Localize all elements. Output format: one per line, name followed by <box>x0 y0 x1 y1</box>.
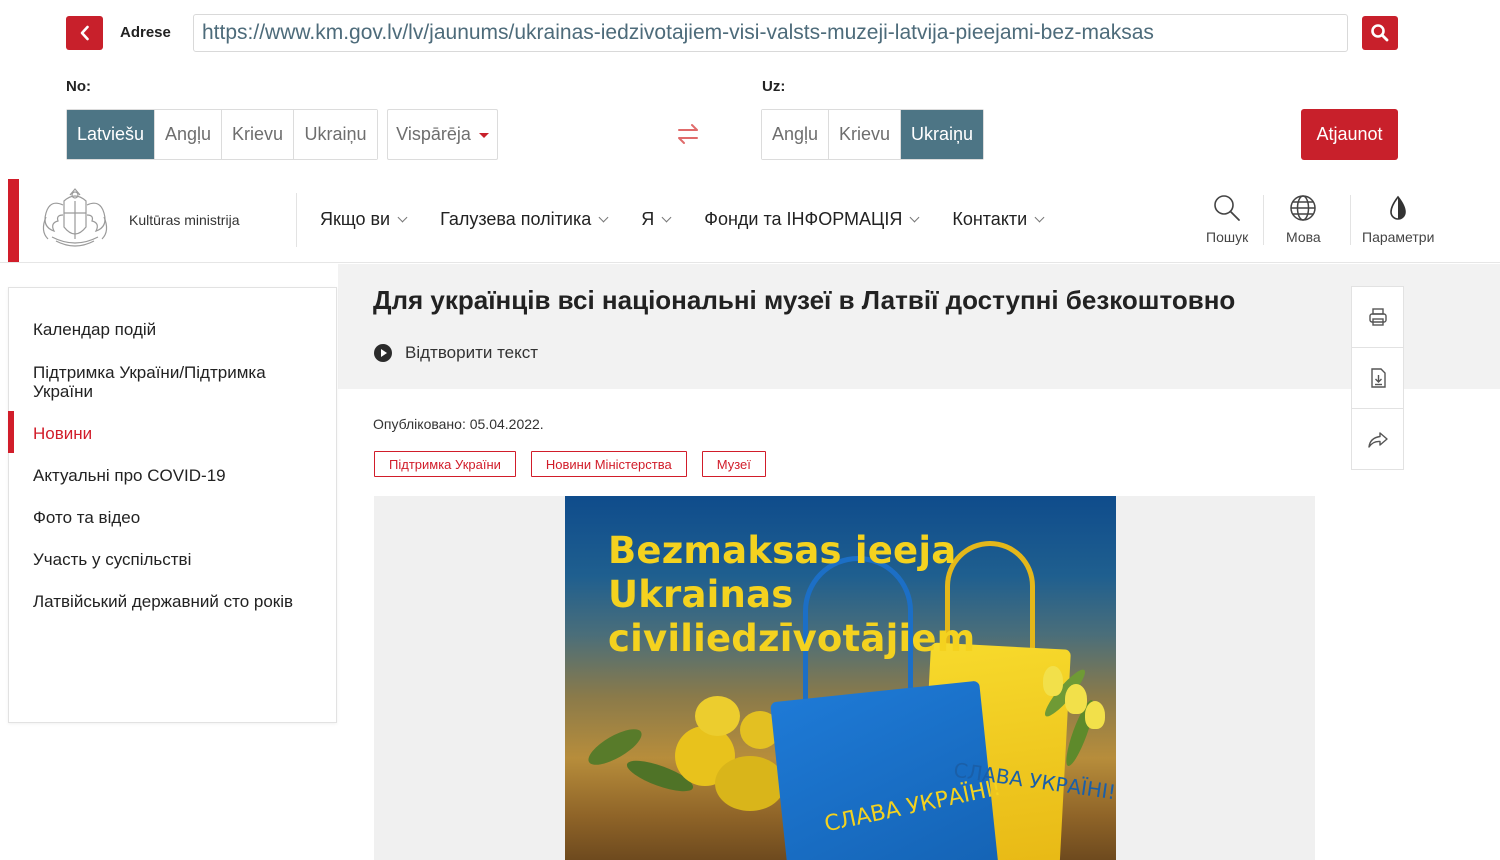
caret-down-icon <box>478 133 489 138</box>
main-nav: Якщо ви Галузева політика Я Фонди та ІНФ… <box>320 209 1077 230</box>
tag-ministry-news[interactable]: Новини Міністерства <box>530 451 687 477</box>
target-language-ukrainian[interactable]: Ukraiņu <box>901 110 983 159</box>
settings-tool-label: Параметри <box>1362 229 1435 245</box>
source-language-ukrainian[interactable]: Ukraiņu <box>294 110 377 159</box>
tool-divider <box>1350 195 1351 245</box>
poster-headline-line-1: Bezmaksas ieeja <box>608 529 957 572</box>
target-language-label: Uz: <box>762 78 786 95</box>
sidebar-item-ukraine-support[interactable]: Підтримка України/Підтримка України <box>33 363 323 401</box>
chevron-down-icon <box>1034 212 1045 223</box>
article-title: Для українців всі національні музеї в Ла… <box>373 285 1236 315</box>
play-icon <box>374 344 392 362</box>
settings-tool[interactable]: Параметри <box>1362 193 1434 245</box>
domain-select[interactable]: Vispārēja <box>387 109 498 160</box>
search-icon <box>1371 24 1389 42</box>
sidebar: Календар подій Підтримка України/Підтрим… <box>8 287 337 723</box>
article-image[interactable]: СЛАВА УКРАЇНІ! СЛАВА УКРАЇНІ! Bezmaksas … <box>565 496 1116 860</box>
chevron-left-icon <box>80 25 89 41</box>
source-language-label: No: <box>66 78 91 95</box>
printer-icon <box>1368 308 1387 326</box>
nav-item-i[interactable]: Я <box>641 209 672 230</box>
poster-headline-line-3: civiliedzīvotājiem <box>608 617 976 660</box>
contrast-drop-icon <box>1390 195 1406 220</box>
header-divider <box>296 193 297 247</box>
address-label: Adrese <box>120 24 171 41</box>
target-language-group: Angļu Krievu Ukraiņu <box>761 109 984 160</box>
nav-item-if-you[interactable]: Якщо ви <box>320 209 408 230</box>
nav-item-funds-info[interactable]: Фонди та ІНФОРМАЦІЯ <box>704 209 920 230</box>
download-button[interactable] <box>1352 348 1403 409</box>
brand-strip <box>8 179 19 262</box>
play-text-button[interactable]: Відтворити текст <box>373 343 538 363</box>
tag-ukraine-support[interactable]: Підтримка України <box>374 451 516 477</box>
play-text-label: Відтворити текст <box>405 343 539 362</box>
go-button[interactable] <box>1362 16 1398 50</box>
search-tool[interactable]: Пошук <box>1206 193 1248 245</box>
back-button[interactable] <box>66 16 103 50</box>
chevron-down-icon <box>598 212 609 223</box>
print-button[interactable] <box>1352 287 1403 348</box>
tag-museums[interactable]: Музеї <box>701 451 766 477</box>
source-language-latvian[interactable]: Latviešu <box>67 110 155 159</box>
sidebar-item-photo-video[interactable]: Фото та відео <box>33 508 323 527</box>
swap-languages-icon[interactable] <box>675 122 701 146</box>
chevron-down-icon <box>909 212 920 223</box>
tulip-flower <box>1043 666 1063 696</box>
published-date: Опубліковано: 05.04.2022. <box>373 416 544 432</box>
sidebar-item-centenary[interactable]: Латвійський державний сто років <box>33 592 323 611</box>
download-document-icon <box>1370 368 1386 388</box>
sidebar-item-society[interactable]: Участь у суспільстві <box>33 550 323 569</box>
tool-divider <box>1263 195 1264 245</box>
search-icon <box>1214 195 1241 221</box>
language-tool[interactable]: Мова <box>1286 193 1321 245</box>
chevron-down-icon <box>661 212 672 223</box>
translator-bar: Adrese No: Uz: Latviešu Angļu Krievu Ukr… <box>0 0 1500 170</box>
source-language-english[interactable]: Angļu <box>155 110 222 159</box>
target-language-english[interactable]: Angļu <box>762 110 829 159</box>
chevron-down-icon <box>397 212 408 223</box>
domain-select-value: Vispārēja <box>396 124 471 144</box>
title-band <box>338 264 1500 389</box>
poster-headline-line-2: Ukrainas <box>608 573 794 616</box>
article-tools <box>1351 286 1404 470</box>
source-language-group: Latviešu Angļu Krievu Ukraiņu <box>66 109 378 160</box>
share-icon <box>1367 431 1388 448</box>
nav-item-contacts[interactable]: Контакти <box>952 209 1045 230</box>
sidebar-item-covid[interactable]: Актуальні про COVID-19 <box>33 466 323 485</box>
active-marker <box>8 411 14 453</box>
target-language-russian[interactable]: Krievu <box>829 110 901 159</box>
sidebar-item-events-calendar[interactable]: Календар подій <box>33 320 323 339</box>
source-language-russian[interactable]: Krievu <box>222 110 294 159</box>
coat-of-arms-icon[interactable] <box>36 187 114 253</box>
site-header: Kultūras ministrija Якщо ви Галузева пол… <box>0 179 1500 263</box>
tulip-flower <box>1085 701 1105 729</box>
tag-list: Підтримка України Новини Міністерства Му… <box>374 451 766 477</box>
mimosa-flower <box>695 696 740 736</box>
sidebar-item-news[interactable]: Новини <box>33 424 323 443</box>
org-name[interactable]: Kultūras ministrija <box>129 212 239 228</box>
share-button[interactable] <box>1352 409 1403 470</box>
nav-item-sector-policy[interactable]: Галузева політика <box>440 209 609 230</box>
tulip-flower <box>1065 684 1087 714</box>
mimosa-flower <box>715 756 785 811</box>
language-tool-label: Мова <box>1286 229 1321 245</box>
refresh-button[interactable]: Atjaunot <box>1301 109 1398 160</box>
globe-icon <box>1290 195 1317 221</box>
url-input[interactable] <box>193 14 1348 52</box>
search-tool-label: Пошук <box>1206 229 1249 245</box>
